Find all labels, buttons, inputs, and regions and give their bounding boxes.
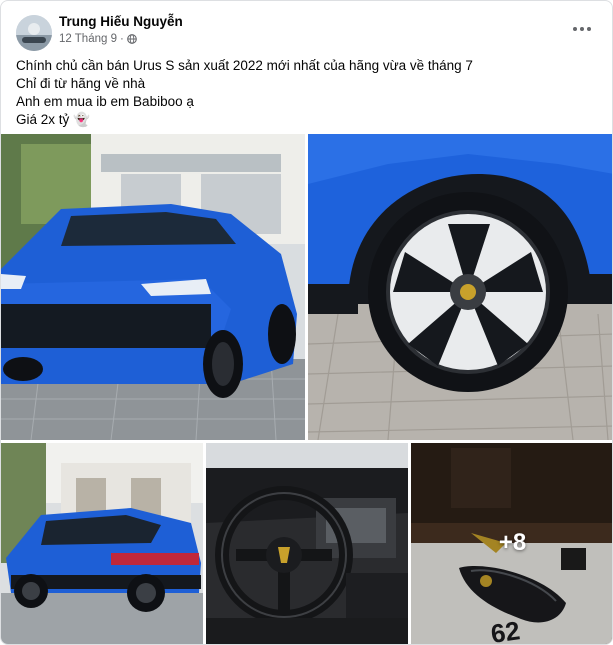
photo-wheel-closeup[interactable] xyxy=(308,134,612,440)
post-card: Trung Hiếu Nguyễn 12 Tháng 9 · Chính chủ… xyxy=(0,0,613,645)
more-horizontal-icon[interactable] xyxy=(572,19,592,39)
post-line: Giá 2x tỷ 👻 xyxy=(16,112,90,127)
author-avatar[interactable] xyxy=(16,15,52,51)
meta-separator: · xyxy=(119,33,124,45)
more-photos-count: +8 xyxy=(498,529,527,556)
post-meta: 12 Tháng 9 · xyxy=(59,33,137,45)
post-line: Chỉ đi từ hãng về nhà xyxy=(16,76,146,91)
photo-front-view[interactable] xyxy=(1,134,305,440)
globe-icon xyxy=(126,34,137,44)
author-name[interactable]: Trung Hiếu Nguyễn xyxy=(59,14,183,29)
more-photos-overlay[interactable]: +8 xyxy=(411,443,612,644)
photo-key-fob[interactable]: 62 +8 xyxy=(411,443,612,644)
post-date[interactable]: 12 Tháng 9 xyxy=(59,33,117,45)
post-line: Chính chủ cần bán Urus S sản xuất 2022 m… xyxy=(16,58,473,73)
photo-rear-side-view[interactable] xyxy=(1,443,203,644)
post-text: Chính chủ cần bán Urus S sản xuất 2022 m… xyxy=(16,57,596,129)
photo-interior-steering-wheel[interactable] xyxy=(206,443,408,644)
post-line: Anh em mua ib em Babiboo ạ xyxy=(16,94,194,109)
